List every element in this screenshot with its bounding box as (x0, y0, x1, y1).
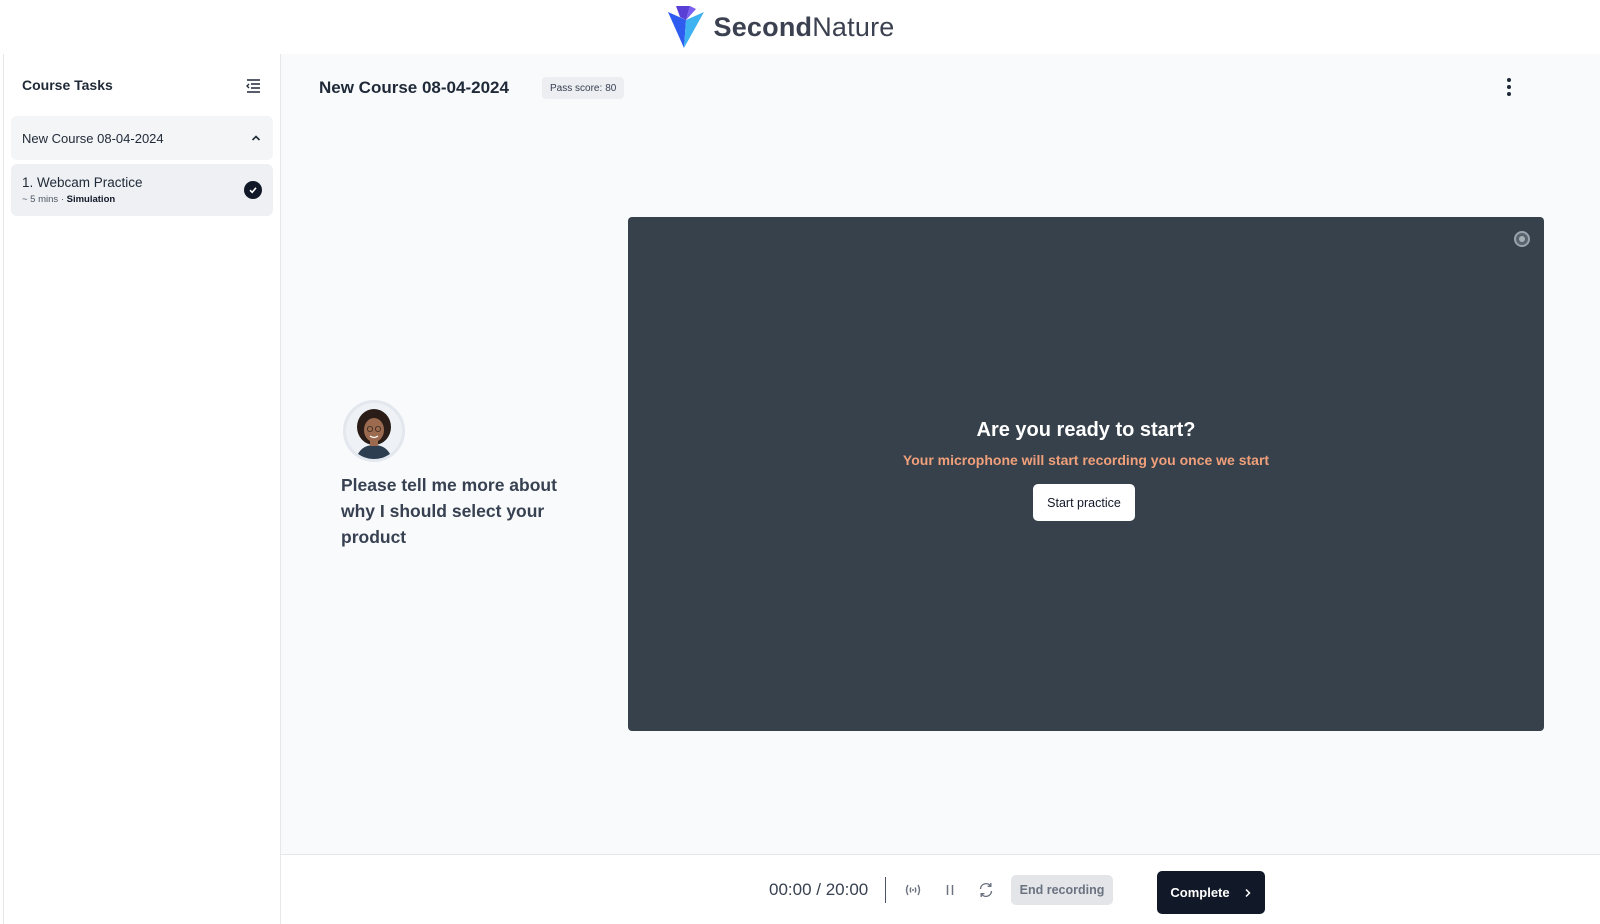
pass-score-label: Pass score: (550, 82, 603, 94)
restart-icon[interactable] (973, 877, 999, 903)
sidebar: Course Tasks New Course 08-04-2024 1. We… (4, 54, 281, 924)
pass-score-value: 80 (605, 82, 617, 94)
start-practice-button[interactable]: Start practice (1033, 484, 1135, 521)
task-duration: ~ 5 mins (22, 194, 59, 205)
more-options-icon[interactable] (1499, 76, 1519, 98)
recording-timer: 00:00 / 20:00 (769, 880, 869, 899)
audio-broadcast-icon[interactable] (900, 877, 926, 903)
complete-button-label: Complete (1170, 885, 1230, 900)
end-recording-button[interactable]: End recording (1011, 875, 1113, 905)
task-meta-separator: · (60, 194, 64, 205)
bottom-controls: 00:00 / 20:00 End recording Complete (281, 854, 1600, 924)
course-group-label: New Course 08-04-2024 (22, 130, 164, 146)
secondnature-logo-icon (667, 6, 704, 48)
top-bar: SecondNature (0, 0, 1600, 54)
sidebar-header: Course Tasks (4, 54, 280, 116)
completed-check-icon (244, 181, 262, 199)
task-meta: ~ 5 mins · Simulation (22, 194, 143, 205)
page-title: New Course 08-04-2024 (319, 78, 509, 97)
record-indicator-icon (1514, 231, 1530, 247)
chevron-up-icon (251, 135, 261, 141)
brand-name: SecondNature (713, 11, 895, 42)
task-type: Simulation (66, 194, 116, 205)
task-text: 1. Webcam Practice ~ 5 mins · Simulation (22, 175, 143, 205)
ready-subheading: Your microphone will start recording you… (902, 452, 1270, 468)
task-title: 1. Webcam Practice (22, 175, 143, 190)
character-prompt: Please tell me more about why I should s… (341, 475, 557, 547)
main-content: New Course 08-04-2024 Pass score: 80 Ple… (281, 54, 1600, 854)
sidebar-title: Course Tasks (22, 77, 113, 93)
webcam-panel: Are you ready to start? Your microphone … (628, 217, 1544, 731)
controls-divider (885, 877, 886, 903)
complete-button[interactable]: Complete (1157, 871, 1265, 914)
ready-heading: Are you ready to start? (976, 419, 1196, 441)
task-item-webcam-practice[interactable]: 1. Webcam Practice ~ 5 mins · Simulation (11, 164, 273, 216)
collapse-sidebar-icon[interactable] (244, 76, 262, 94)
pause-icon[interactable] (937, 877, 963, 903)
pass-score-badge: Pass score: 80 (542, 77, 625, 99)
course-group-toggle[interactable]: New Course 08-04-2024 (11, 116, 273, 160)
brand[interactable]: SecondNature (666, 6, 895, 48)
avatar (343, 400, 405, 462)
chevron-right-icon (1245, 888, 1251, 897)
